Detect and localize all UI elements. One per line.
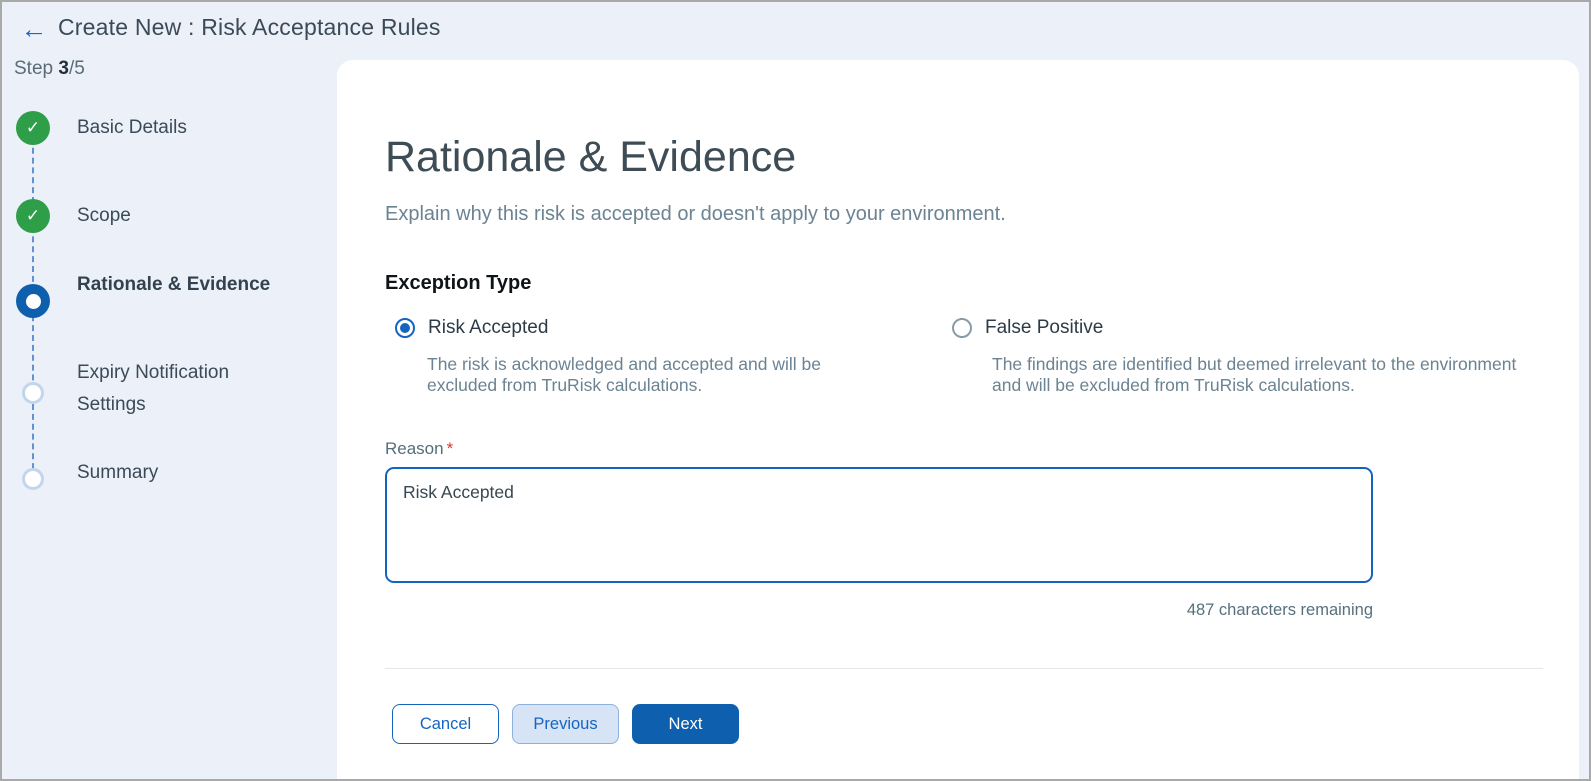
radio-option-risk-accepted[interactable]: Risk Accepted xyxy=(395,317,548,339)
section-subtitle: Explain why this risk is accepted or doe… xyxy=(385,203,1006,225)
characters-remaining-counter: 487 characters remaining xyxy=(1186,601,1373,619)
reason-textarea[interactable]: Risk Accepted xyxy=(385,467,1373,583)
back-arrow-icon[interactable]: ← xyxy=(16,12,52,46)
cancel-button[interactable]: Cancel xyxy=(392,704,499,744)
risk-accepted-description: The risk is acknowledged and accepted an… xyxy=(427,354,821,395)
sidebar-item-rationale-evidence[interactable]: Rationale & Evidence xyxy=(77,269,272,301)
step-word: Step xyxy=(14,58,54,79)
header: ← Create New : Risk Acceptance Rules xyxy=(2,2,1589,58)
sidebar-item-basic-details[interactable]: Basic Details xyxy=(77,112,272,144)
step-total: /5 xyxy=(68,58,85,79)
false-positive-description: The findings are identified but deemed i… xyxy=(992,354,1517,395)
main-content-card: Rationale & Evidence Explain why this ri… xyxy=(337,60,1579,779)
step-check-icon-basic-details[interactable]: ✓ xyxy=(16,111,50,145)
step-check-icon-scope[interactable]: ✓ xyxy=(16,199,50,233)
required-asterisk: * xyxy=(446,439,454,458)
reason-field-label: Reason * xyxy=(385,439,453,459)
step-circle-icon-summary[interactable] xyxy=(22,468,44,490)
radio-option-false-positive[interactable]: False Positive xyxy=(952,317,1103,339)
step-active-dot-icon-rationale-evidence[interactable] xyxy=(16,284,50,318)
radio-label: Risk Accepted xyxy=(428,317,549,338)
check-glyph: ✓ xyxy=(25,206,41,225)
footer-divider xyxy=(385,668,1543,669)
step-current: 3 xyxy=(58,58,69,79)
sidebar-item-summary[interactable]: Summary xyxy=(77,457,272,489)
footer-button-row: Cancel Previous Next xyxy=(392,704,739,744)
radio-unselected-icon[interactable] xyxy=(952,318,972,338)
previous-button[interactable]: Previous xyxy=(512,704,619,744)
create-new-risk-acceptance-rules-window: ← Create New : Risk Acceptance Rules Ste… xyxy=(0,0,1591,781)
radio-label: False Positive xyxy=(985,317,1104,338)
section-title: Rationale & Evidence xyxy=(385,133,797,181)
sidebar-item-scope[interactable]: Scope xyxy=(77,200,272,232)
step-indicator: Step 3/5 xyxy=(14,58,85,80)
next-button[interactable]: Next xyxy=(632,704,739,744)
radio-selected-icon[interactable] xyxy=(395,318,415,338)
check-glyph: ✓ xyxy=(25,118,41,137)
exception-type-label: Exception Type xyxy=(385,272,532,294)
page-title: Create New : Risk Acceptance Rules xyxy=(58,14,441,40)
step-circle-icon-expiry-notification[interactable] xyxy=(22,382,44,404)
sidebar-item-expiry-notification-settings[interactable]: Expiry Notification Settings xyxy=(77,357,272,421)
reason-label-text: Reason xyxy=(385,439,444,458)
